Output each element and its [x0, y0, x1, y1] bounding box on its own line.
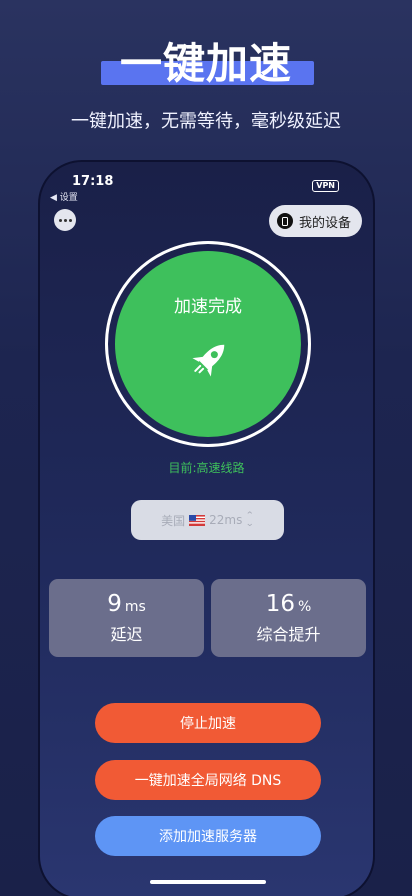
add-server-button[interactable]: 添加加速服务器 — [95, 816, 321, 856]
stop-accelerate-button[interactable]: 停止加速 — [95, 703, 321, 743]
phone-frame: 17:18 ◀ 设置 VPN 我的设备 加速完成 目前:高速线路 美国 22ms… — [38, 160, 375, 896]
chevron-up-down-icon: ⌃ ⌄ — [245, 511, 255, 529]
phone-icon — [277, 213, 293, 229]
vpn-badge: VPN — [312, 180, 339, 192]
my-device-button[interactable]: 我的设备 — [269, 205, 362, 237]
accelerate-status: 加速完成 — [174, 296, 242, 317]
region-country: 美国 — [161, 513, 186, 528]
boost-card: 16% 综合提升 — [211, 579, 366, 657]
latency-value: 9 — [107, 591, 122, 617]
boost-label: 综合提升 — [256, 625, 321, 644]
back-to-settings-link[interactable]: ◀ 设置 — [50, 190, 78, 203]
region-selector[interactable]: 美国 22ms ⌃ ⌄ — [131, 500, 284, 540]
hero-subtitle: 一键加速，无需等待，毫秒级延迟 — [71, 111, 341, 132]
region-latency: 22ms — [209, 513, 243, 527]
latency-label: 延迟 — [110, 625, 143, 644]
boost-value: 16 — [265, 591, 295, 617]
boost-unit: % — [297, 599, 312, 615]
accelerate-circle: 加速完成 — [115, 251, 301, 437]
my-device-label: 我的设备 — [299, 215, 352, 231]
latency-card: 9 ms 延迟 — [49, 579, 204, 657]
home-indicator[interactable] — [150, 880, 266, 884]
status-time: 17:18 — [72, 174, 114, 189]
more-dots-icon — [58, 218, 62, 222]
current-line-text: 目前:高速线路 — [168, 461, 245, 475]
us-flag-icon — [189, 514, 206, 526]
latency-unit: ms — [124, 599, 146, 615]
rocket-icon — [192, 344, 225, 377]
global-dns-button[interactable]: 一键加速全局网络 DNS — [95, 760, 321, 800]
accelerate-toggle[interactable]: 加速完成 — [105, 241, 311, 447]
hero-title: 一键加速 — [119, 39, 292, 88]
more-button[interactable] — [54, 209, 76, 231]
